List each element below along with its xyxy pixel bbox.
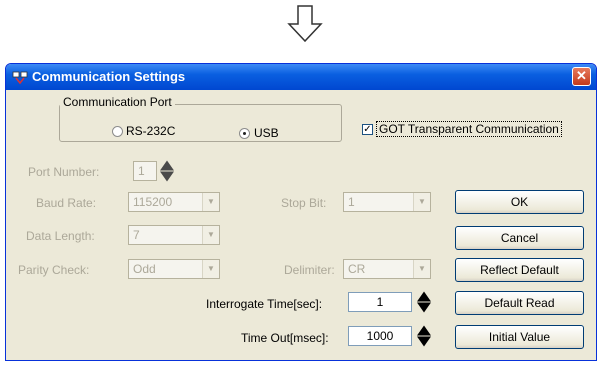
chevron-down-icon[interactable]: ▼ (202, 226, 219, 244)
spinner-down-icon[interactable] (417, 302, 431, 313)
got-transparent-label[interactable]: GOT Transparent Communication (376, 121, 562, 137)
parity-check-value: Odd (133, 262, 156, 276)
parity-check-label: Parity Check: (18, 263, 90, 277)
rs232c-radio[interactable] (112, 126, 123, 137)
spinner-up-icon[interactable] (160, 160, 174, 171)
communication-port-legend: Communication Port (60, 95, 175, 109)
delimiter-value: CR (348, 262, 366, 276)
rs232c-label: RS-232C (126, 124, 176, 138)
chevron-down-icon[interactable]: ▼ (413, 193, 430, 211)
time-out-spinner[interactable] (417, 325, 431, 347)
baud-rate-value: 115200 (133, 195, 173, 209)
port-number-spinner[interactable] (160, 160, 174, 182)
data-length-value: 7 (133, 228, 140, 242)
stop-bit-label: Stop Bit: (281, 196, 327, 210)
app-icon (12, 71, 28, 85)
port-number-input[interactable]: 1 (133, 161, 157, 181)
dialog-title: Communication Settings (32, 69, 186, 84)
initial-value-button[interactable]: Initial Value (455, 325, 584, 349)
data-length-label: Data Length: (26, 229, 95, 243)
delimiter-select[interactable]: CR ▼ (343, 259, 431, 279)
interrogate-time-label: Interrogate Time[sec]: (206, 297, 323, 311)
ok-button[interactable]: OK (455, 190, 584, 214)
reflect-default-button[interactable]: Reflect Default (455, 258, 584, 282)
interrogate-time-input[interactable]: 1 (348, 292, 412, 312)
spinner-up-icon[interactable] (417, 325, 431, 336)
chevron-down-icon[interactable]: ▼ (413, 260, 430, 278)
parity-check-select[interactable]: Odd ▼ (128, 259, 220, 279)
down-arrow-icon (287, 5, 323, 43)
spinner-up-icon[interactable] (417, 291, 431, 302)
baud-rate-select[interactable]: 115200 ▼ (128, 192, 220, 212)
cancel-button[interactable]: Cancel (455, 226, 584, 250)
stop-bit-select[interactable]: 1 ▼ (343, 192, 431, 212)
time-out-input[interactable]: 1000 (348, 326, 412, 346)
got-transparent-checkbox[interactable]: ✓ (362, 124, 373, 135)
spinner-down-icon[interactable] (417, 336, 431, 347)
interrogate-time-spinner[interactable] (417, 291, 431, 313)
time-out-label: Time Out[msec]: (241, 331, 329, 345)
chevron-down-icon[interactable]: ▼ (202, 260, 219, 278)
spinner-down-icon[interactable] (160, 171, 174, 182)
port-number-label: Port Number: (28, 165, 100, 179)
data-length-select[interactable]: 7 ▼ (128, 225, 220, 245)
communication-port-group (59, 104, 342, 142)
baud-rate-label: Baud Rate: (36, 196, 97, 210)
communication-settings-dialog: Communication Settings ✕ Communication P… (5, 63, 597, 361)
chevron-down-icon[interactable]: ▼ (202, 193, 219, 211)
title-bar[interactable]: Communication Settings ✕ (6, 64, 596, 90)
delimiter-label: Delimiter: (284, 263, 335, 277)
close-button[interactable]: ✕ (572, 67, 591, 86)
usb-label: USB (254, 126, 279, 140)
stop-bit-value: 1 (348, 195, 355, 209)
default-read-button[interactable]: Default Read (455, 291, 584, 315)
usb-radio[interactable] (239, 128, 250, 139)
